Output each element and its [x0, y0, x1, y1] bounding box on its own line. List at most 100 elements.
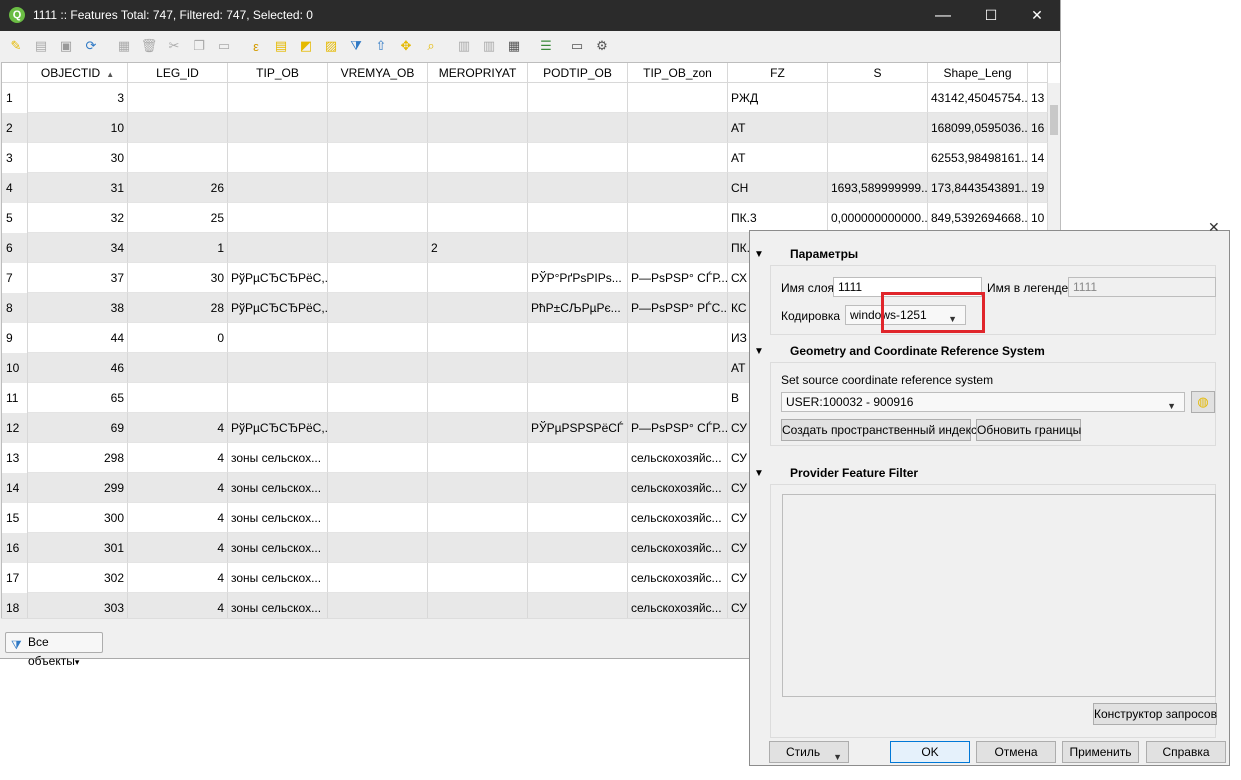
table-cell-tip-zon[interactable] [628, 203, 728, 233]
column-header[interactable] [1028, 63, 1048, 83]
zoom-to-selection-icon[interactable]: ⌕ [422, 37, 440, 55]
table-cell-tip-ob[interactable]: зоны сельскох... [228, 593, 328, 619]
table-cell-podtip[interactable] [528, 383, 628, 413]
table-cell-vremya[interactable] [328, 443, 428, 473]
row-number[interactable]: 3 [2, 143, 28, 173]
table-row[interactable]: 3 30 АТ 62553,98498161... 14 [2, 143, 1060, 173]
table-cell-fz[interactable]: АТ [728, 143, 828, 173]
table-cell-vremya[interactable] [328, 233, 428, 263]
table-cell-fz[interactable]: СН [728, 173, 828, 203]
table-cell-merop[interactable] [428, 263, 528, 293]
table-cell-s[interactable]: 0,000000000000... [828, 203, 928, 233]
table-cell-tip-zon[interactable]: Р—РѕРЅР° СЃР... [628, 263, 728, 293]
dock-icon[interactable]: ▭ [568, 37, 586, 55]
table-cell-tip-zon[interactable]: сельскохозяйс... [628, 503, 728, 533]
collapse-icon[interactable]: ▼ [754, 346, 764, 357]
scroll-thumb[interactable] [1050, 105, 1058, 135]
table-cell-podtip[interactable] [528, 233, 628, 263]
minimize-button[interactable]: — [920, 0, 966, 31]
table-cell-merop[interactable] [428, 473, 528, 503]
multi-edit-icon[interactable]: ▤ [32, 37, 50, 55]
table-cell-tip-ob[interactable] [228, 323, 328, 353]
table-cell-tip-zon[interactable]: сельскохозяйс... [628, 593, 728, 619]
table-cell-podtip[interactable] [528, 503, 628, 533]
row-number[interactable]: 13 [2, 443, 28, 473]
table-cell-shape[interactable]: 168099,0595036... [928, 113, 1028, 143]
table-cell-leg-id[interactable] [128, 383, 228, 413]
table-cell-vremya[interactable] [328, 503, 428, 533]
table-cell-vremya[interactable] [328, 143, 428, 173]
column-header[interactable]: LEG_ID [128, 63, 228, 83]
table-cell-tip-zon[interactable] [628, 383, 728, 413]
table-row[interactable]: 4 31 26 СН 1693,589999999... 173,8443543891..… [2, 173, 1060, 203]
table-cell-podtip[interactable]: РћР±СЉРµРє... [528, 293, 628, 323]
column-header[interactable]: S [828, 63, 928, 83]
table-cell-podtip[interactable]: РЎР°РґРѕРІРѕ... [528, 263, 628, 293]
table-cell-merop[interactable] [428, 293, 528, 323]
table-cell-podtip[interactable] [528, 443, 628, 473]
table-cell-extra[interactable]: 19 [1028, 173, 1048, 203]
table-cell-extra[interactable]: 13 [1028, 83, 1048, 113]
table-cell-leg-id[interactable]: 4 [128, 593, 228, 619]
select-expression-icon[interactable]: ε [247, 37, 265, 55]
table-cell-tip-zon[interactable]: Р—РѕРЅР° РЃС... [628, 293, 728, 323]
add-feature-icon[interactable]: ▦ [115, 37, 133, 55]
table-cell-shape[interactable]: 173,8443543891... [928, 173, 1028, 203]
table-cell-extra[interactable]: 10 [1028, 203, 1048, 233]
table-cell-merop[interactable] [428, 383, 528, 413]
row-number[interactable]: 16 [2, 533, 28, 563]
table-cell-leg-id[interactable]: 4 [128, 533, 228, 563]
collapse-icon[interactable]: ▼ [754, 249, 764, 260]
table-cell-merop[interactable] [428, 563, 528, 593]
column-header[interactable]: PODTIP_OB [528, 63, 628, 83]
table-cell-objectid[interactable]: 302 [28, 563, 128, 593]
table-cell-tip-zon[interactable] [628, 173, 728, 203]
table-cell-leg-id[interactable]: 4 [128, 563, 228, 593]
table-cell-tip-zon[interactable] [628, 233, 728, 263]
actions-icon[interactable]: ⚙ [593, 37, 611, 55]
paste-icon[interactable]: ▭ [215, 37, 233, 55]
table-cell-tip-ob[interactable]: зоны сельскох... [228, 533, 328, 563]
table-cell-objectid[interactable]: 301 [28, 533, 128, 563]
table-cell-shape[interactable]: 62553,98498161... [928, 143, 1028, 173]
table-cell-tip-zon[interactable] [628, 113, 728, 143]
table-cell-vremya[interactable] [328, 323, 428, 353]
table-cell-objectid[interactable]: 46 [28, 353, 128, 383]
table-cell-merop[interactable] [428, 353, 528, 383]
table-cell-merop[interactable] [428, 413, 528, 443]
deselect-icon[interactable]: ▨ [322, 37, 340, 55]
table-cell-objectid[interactable]: 30 [28, 143, 128, 173]
table-cell-objectid[interactable]: 32 [28, 203, 128, 233]
crs-select[interactable]: USER:100032 - 900916 ▼ [781, 392, 1185, 412]
table-cell-tip-ob[interactable]: РўРµСЂСЂРёС,... [228, 263, 328, 293]
table-cell-tip-zon[interactable] [628, 83, 728, 113]
table-cell-tip-ob[interactable] [228, 203, 328, 233]
table-cell-vremya[interactable] [328, 113, 428, 143]
table-cell-vremya[interactable] [328, 533, 428, 563]
table-cell-podtip[interactable]: РЎРµРЅРЅРёСЃ [528, 413, 628, 443]
update-extents-button[interactable]: Обновить границы [976, 419, 1081, 441]
copy-icon[interactable]: ❐ [190, 37, 208, 55]
new-field-icon[interactable]: ▥ [455, 37, 473, 55]
table-cell-podtip[interactable] [528, 323, 628, 353]
table-cell-podtip[interactable] [528, 593, 628, 619]
table-row[interactable]: 5 32 25 ПК.3 0,000000000000... 849,5392694668… [2, 203, 1060, 233]
table-cell-s[interactable]: 1693,589999999... [828, 173, 928, 203]
conditional-format-icon[interactable]: ☰ [537, 37, 555, 55]
table-cell-vremya[interactable] [328, 263, 428, 293]
row-number[interactable]: 15 [2, 503, 28, 533]
table-cell-leg-id[interactable] [128, 143, 228, 173]
table-cell-podtip[interactable] [528, 533, 628, 563]
style-button[interactable]: Стиль ▼ [769, 741, 849, 763]
row-number[interactable]: 17 [2, 563, 28, 593]
table-cell-tip-zon[interactable] [628, 353, 728, 383]
table-cell-s[interactable] [828, 143, 928, 173]
table-cell-objectid[interactable]: 3 [28, 83, 128, 113]
row-number[interactable]: 1 [2, 83, 28, 113]
table-cell-leg-id[interactable]: 0 [128, 323, 228, 353]
filter-textarea[interactable] [782, 494, 1216, 697]
apply-button[interactable]: Применить [1062, 741, 1139, 763]
table-cell-leg-id[interactable]: 4 [128, 443, 228, 473]
table-cell-leg-id[interactable]: 4 [128, 473, 228, 503]
row-number[interactable]: 2 [2, 113, 28, 143]
